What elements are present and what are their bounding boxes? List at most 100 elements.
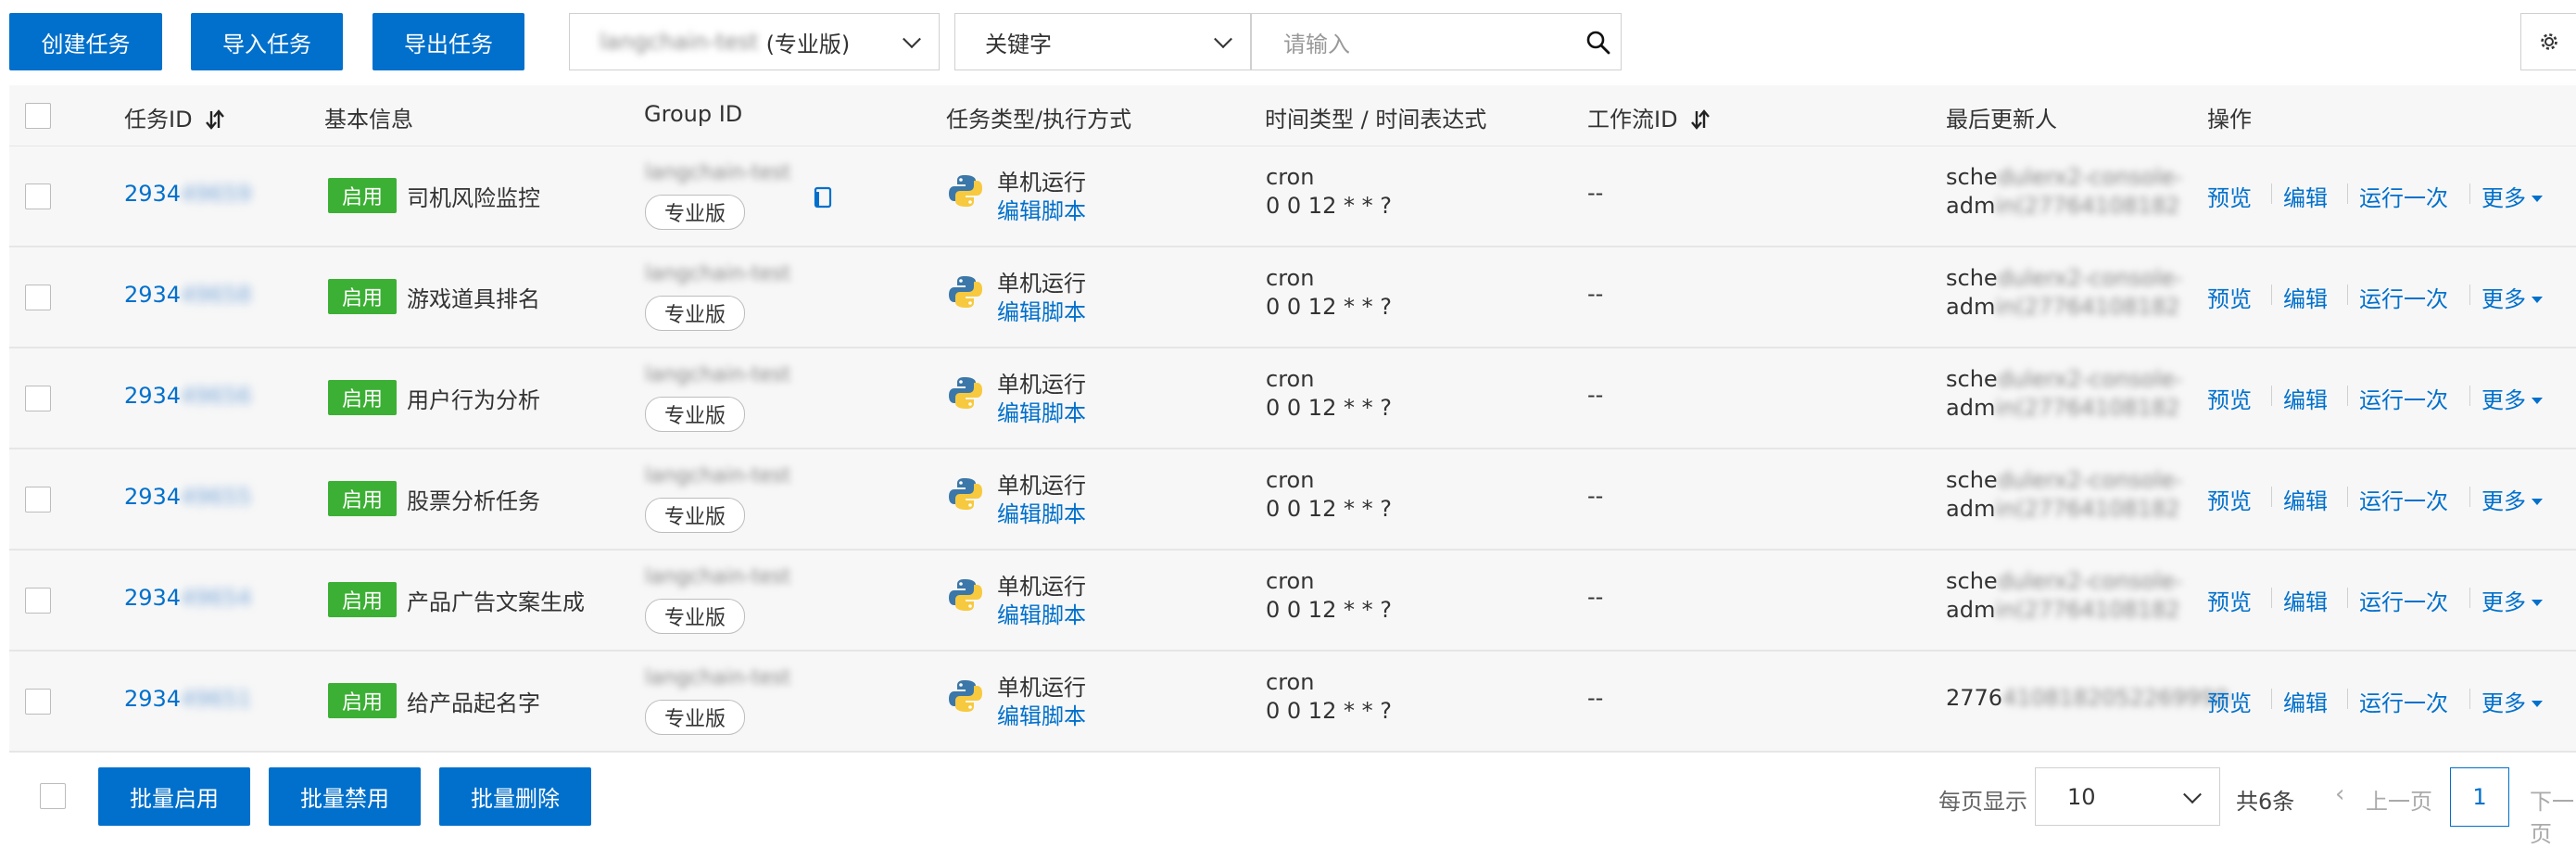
prev-page-button[interactable]: 上一页: [2366, 783, 2432, 816]
batch-delete-button[interactable]: 批量删除: [439, 767, 591, 826]
task-id-link[interactable]: 293449655: [124, 484, 251, 510]
action-divider: [2347, 588, 2348, 608]
python-icon: [949, 175, 982, 207]
preview-link[interactable]: 预览: [2207, 281, 2252, 313]
action-divider: [2469, 184, 2470, 204]
more-menu[interactable]: 更多: [2481, 382, 2543, 414]
column-actions: 操作: [2207, 107, 2252, 133]
export-task-button[interactable]: 导出任务: [373, 13, 524, 70]
batch-enable-button[interactable]: 批量启用: [98, 767, 250, 826]
edit-link[interactable]: 编辑: [2283, 584, 2328, 616]
time-type: cron: [1266, 366, 1315, 392]
select-all-bottom-checkbox[interactable]: [40, 783, 66, 809]
column-task-id[interactable]: 任务ID: [124, 101, 225, 133]
edit-script-link[interactable]: 编辑脚本: [997, 294, 1086, 326]
action-divider: [2347, 184, 2348, 204]
column-group-id: Group ID: [644, 101, 743, 127]
per-page-select[interactable]: 10: [2035, 767, 2220, 826]
search-icon[interactable]: [1585, 30, 1611, 56]
edit-script-link[interactable]: 编辑脚本: [997, 395, 1086, 427]
run-once-link[interactable]: 运行一次: [2359, 281, 2448, 313]
edit-script-link[interactable]: 编辑脚本: [997, 698, 1086, 730]
caret-down-icon: [2532, 398, 2543, 404]
table-row: 293449655 启用 股票分析任务 langchain-test 专业版 单机运行 编辑…: [9, 449, 2576, 551]
page-1-button[interactable]: 1: [2450, 767, 2509, 827]
column-last-updater: 最后更新人: [1946, 107, 2057, 133]
run-once-link[interactable]: 运行一次: [2359, 483, 2448, 515]
edit-link[interactable]: 编辑: [2283, 180, 2328, 212]
action-divider: [2347, 487, 2348, 507]
row-checkbox[interactable]: [25, 386, 51, 411]
next-page-button[interactable]: 下一页: [2530, 783, 2576, 848]
updater-hidden: in(27764108182: [1995, 395, 2180, 421]
keyword-select[interactable]: 关键字: [954, 13, 1251, 70]
preview-link[interactable]: 预览: [2207, 685, 2252, 717]
more-menu[interactable]: 更多: [2481, 281, 2543, 313]
sort-icon[interactable]: [205, 108, 225, 131]
search-input[interactable]: 请输入: [1251, 13, 1622, 70]
group-select[interactable]: langchain-test (专业版): [569, 13, 940, 70]
updater-line-2: admin(27764108182: [1946, 193, 2180, 219]
task-id-link[interactable]: 293449659: [124, 181, 251, 207]
task-id-link[interactable]: 293449656: [124, 383, 251, 409]
row-checkbox[interactable]: [25, 689, 51, 715]
task-name: 给产品起名字: [407, 690, 540, 716]
python-icon: [949, 680, 982, 712]
task-id-hidden: 49651: [181, 686, 252, 712]
table-row: 293449658 启用 游戏道具排名 langchain-test 专业版 单机运行 编辑…: [9, 247, 2576, 348]
preview-link[interactable]: 预览: [2207, 483, 2252, 515]
task-id-link[interactable]: 293449654: [124, 585, 251, 611]
group-id-hidden: langchain-test: [645, 363, 791, 386]
task-id-link[interactable]: 293449651: [124, 686, 251, 712]
more-menu[interactable]: 更多: [2481, 685, 2543, 717]
edition-tag: 专业版: [645, 397, 745, 432]
task-id-link[interactable]: 293449658: [124, 282, 251, 308]
edit-script-link[interactable]: 编辑脚本: [997, 496, 1086, 528]
sort-icon[interactable]: [1690, 108, 1711, 131]
more-menu[interactable]: 更多: [2481, 180, 2543, 212]
group-id-hidden: langchain-test: [645, 565, 791, 589]
edit-script-link[interactable]: 编辑脚本: [997, 597, 1086, 629]
run-once-link[interactable]: 运行一次: [2359, 685, 2448, 717]
preview-link[interactable]: 预览: [2207, 584, 2252, 616]
settings-button[interactable]: [2520, 13, 2576, 70]
status-badge: 启用: [328, 582, 397, 617]
time-expression: 0 0 12 * * ?: [1266, 395, 1392, 421]
more-label: 更多: [2481, 387, 2526, 413]
task-id-prefix: 2934: [124, 282, 182, 308]
copy-icon[interactable]: [812, 185, 834, 209]
edit-link[interactable]: 编辑: [2283, 483, 2328, 515]
edit-link[interactable]: 编辑: [2283, 281, 2328, 313]
more-menu[interactable]: 更多: [2481, 483, 2543, 515]
updater-hidden: in(27764108182: [1995, 597, 2180, 623]
updater-visible: 2776: [1946, 685, 2003, 711]
workflow-id: --: [1587, 584, 1604, 610]
status-badge: 启用: [328, 178, 397, 213]
workflow-id: --: [1587, 180, 1604, 206]
run-mode: 单机运行: [997, 372, 1086, 398]
preview-link[interactable]: 预览: [2207, 382, 2252, 414]
row-checkbox[interactable]: [25, 487, 51, 513]
select-all-checkbox[interactable]: [25, 103, 51, 129]
edit-link[interactable]: 编辑: [2283, 382, 2328, 414]
batch-disable-button[interactable]: 批量禁用: [269, 767, 421, 826]
create-task-button[interactable]: 创建任务: [9, 13, 162, 70]
preview-link[interactable]: 预览: [2207, 180, 2252, 212]
edit-script-link[interactable]: 编辑脚本: [997, 193, 1086, 225]
time-expression: 0 0 12 * * ?: [1266, 597, 1392, 623]
column-workflow-id[interactable]: 工作流ID: [1587, 101, 1711, 133]
run-once-link[interactable]: 运行一次: [2359, 584, 2448, 616]
edit-link[interactable]: 编辑: [2283, 685, 2328, 717]
time-type: cron: [1266, 669, 1315, 695]
row-checkbox[interactable]: [25, 184, 51, 209]
task-id-prefix: 2934: [124, 383, 182, 409]
more-label: 更多: [2481, 690, 2526, 716]
run-once-link[interactable]: 运行一次: [2359, 180, 2448, 212]
row-checkbox[interactable]: [25, 285, 51, 310]
python-icon-wrapper: [947, 374, 988, 415]
row-checkbox[interactable]: [25, 588, 51, 614]
run-once-link[interactable]: 运行一次: [2359, 382, 2448, 414]
more-menu[interactable]: 更多: [2481, 584, 2543, 616]
caret-down-icon: [2532, 499, 2543, 505]
import-task-button[interactable]: 导入任务: [191, 13, 343, 70]
